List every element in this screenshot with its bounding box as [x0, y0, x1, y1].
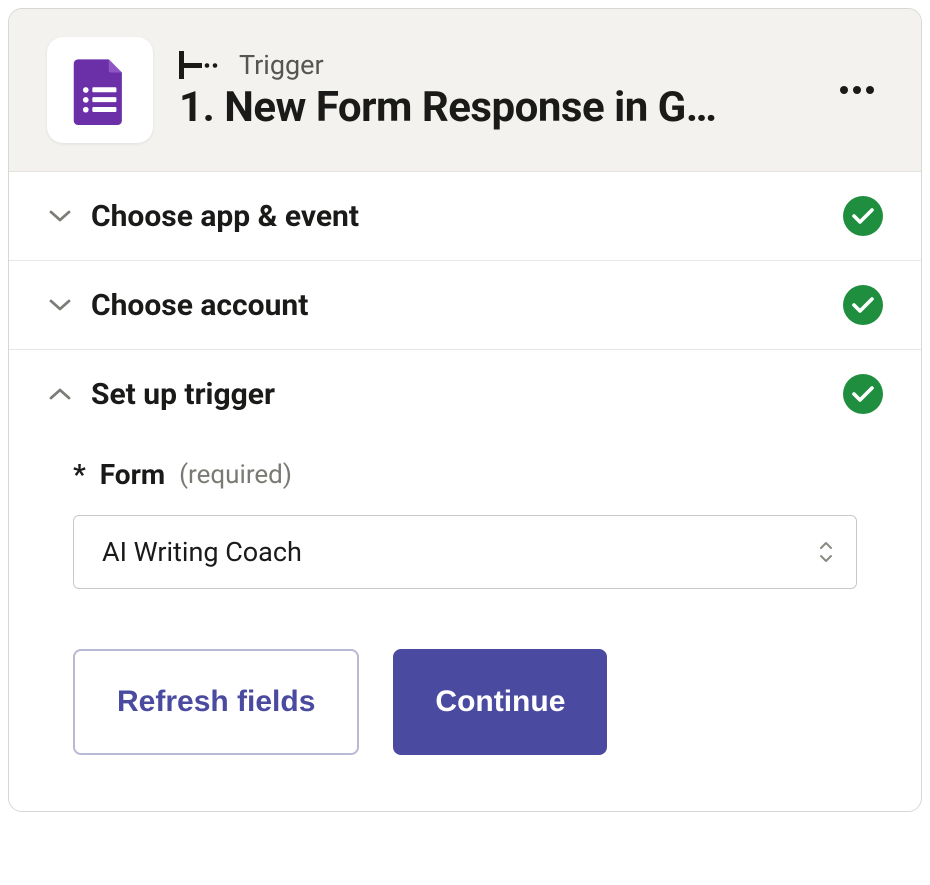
- section-title: Choose app & event: [91, 199, 825, 234]
- step-header: Trigger 1. New Form Response in G…: [9, 9, 921, 172]
- section-choose-account: Choose account: [9, 261, 921, 350]
- required-asterisk: *: [73, 458, 86, 491]
- app-icon-google-forms: [47, 37, 153, 143]
- section-set-up-trigger: Set up trigger * Form (required) AI Writ…: [9, 350, 921, 811]
- more-dots-icon: [840, 86, 874, 94]
- field-label-row: * Form (required): [73, 458, 857, 491]
- form-select[interactable]: AI Writing Coach: [73, 515, 857, 589]
- google-forms-icon: [65, 55, 135, 125]
- section-header-choose-account[interactable]: Choose account: [9, 261, 921, 349]
- more-options-button[interactable]: [833, 66, 881, 114]
- section-body-set-up-trigger: * Form (required) AI Writing Coach Refre…: [9, 438, 921, 811]
- sort-caret-icon: [818, 541, 834, 563]
- button-row: Refresh fields Continue: [73, 649, 857, 755]
- form-select-value: AI Writing Coach: [102, 536, 302, 568]
- header-text-block: Trigger 1. New Form Response in G…: [179, 49, 777, 132]
- status-check-badge: [843, 285, 883, 325]
- refresh-fields-button[interactable]: Refresh fields: [73, 649, 359, 755]
- field-required-hint: (required): [179, 460, 292, 490]
- field-label-form: Form: [100, 458, 165, 491]
- continue-button[interactable]: Continue: [393, 649, 607, 755]
- trigger-icon: [179, 51, 223, 79]
- step-title: 1. New Form Response in G…: [179, 83, 777, 132]
- chevron-down-icon: [47, 209, 73, 223]
- checkmark-icon: [852, 296, 874, 314]
- section-header-set-up-trigger[interactable]: Set up trigger: [9, 350, 921, 438]
- section-choose-app-event: Choose app & event: [9, 172, 921, 261]
- trigger-label: Trigger: [239, 49, 324, 81]
- section-header-choose-app-event[interactable]: Choose app & event: [9, 172, 921, 260]
- section-title: Set up trigger: [91, 377, 825, 412]
- header-top-row: Trigger: [179, 49, 777, 81]
- section-title: Choose account: [91, 288, 825, 323]
- status-check-badge: [843, 196, 883, 236]
- checkmark-icon: [852, 385, 874, 403]
- status-check-badge: [843, 374, 883, 414]
- step-card: Trigger 1. New Form Response in G… Choos…: [8, 8, 922, 812]
- chevron-down-icon: [47, 298, 73, 312]
- chevron-up-icon: [47, 387, 73, 401]
- checkmark-icon: [852, 207, 874, 225]
